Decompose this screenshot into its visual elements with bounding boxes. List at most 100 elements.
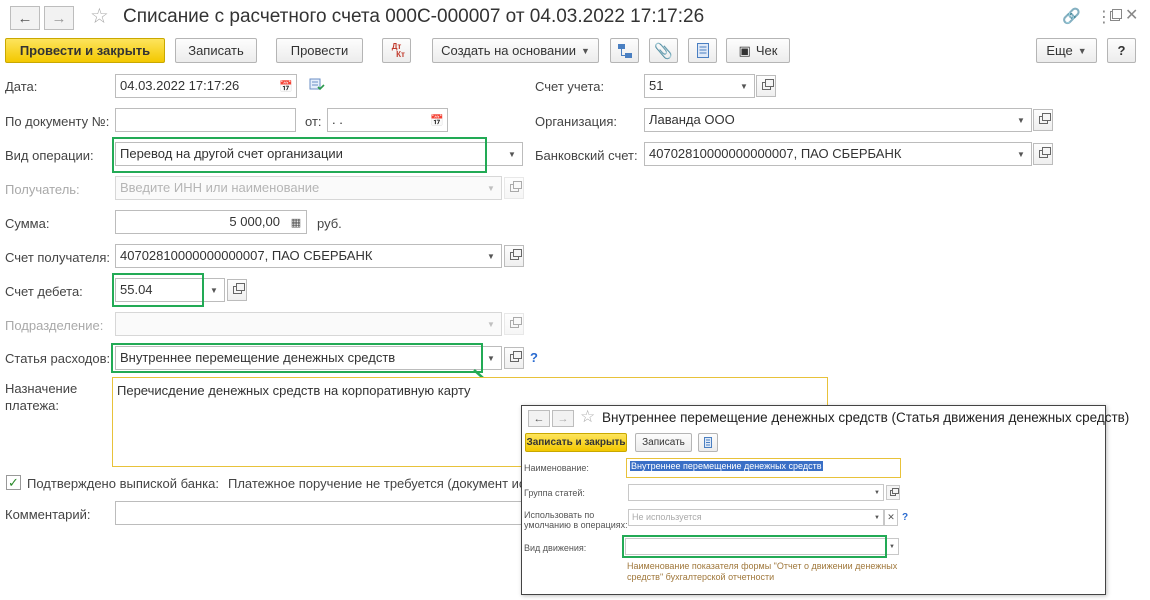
- document-list-icon: [696, 43, 709, 58]
- recipient-label: Получатель:: [5, 182, 80, 197]
- create-based-on-button[interactable]: Создать на основании ▼: [432, 38, 599, 63]
- recipient-account-input[interactable]: 40702810000000000007, ПАО СБЕРБАНК: [115, 244, 482, 268]
- dt-kt-button[interactable]: Дт Кт: [382, 38, 411, 63]
- recipient-account-open-button[interactable]: [504, 245, 524, 267]
- open-icon: [509, 249, 522, 260]
- comment-input[interactable]: [115, 501, 525, 525]
- department-input[interactable]: [115, 312, 482, 336]
- popup-default-use-help-icon[interactable]: ?: [902, 512, 908, 523]
- organization-input[interactable]: Лаванда ООО: [644, 108, 1012, 132]
- recipient-open-button[interactable]: [504, 177, 524, 199]
- account-dropdown[interactable]: ▼: [734, 74, 755, 98]
- doc-number-label: По документу №:: [5, 114, 110, 129]
- date-calendar-button[interactable]: 📅: [276, 74, 297, 98]
- attach-files-button[interactable]: 📎: [649, 38, 678, 63]
- comment-label: Комментарий:: [5, 507, 91, 522]
- post-button[interactable]: Провести: [276, 38, 363, 63]
- popup-save-button[interactable]: Записать: [635, 433, 692, 452]
- popup-default-use-clear-button[interactable]: ✕: [884, 509, 898, 526]
- check-label: Чек: [755, 43, 778, 58]
- back-button[interactable]: ←: [10, 6, 40, 30]
- expense-item-popup: ← → ☆ Внутреннее перемещение денежных ср…: [521, 405, 1129, 595]
- check-button[interactable]: ▣ Чек: [726, 38, 790, 63]
- popup-save-close-button[interactable]: Записать и закрыть: [525, 433, 627, 452]
- department-open-button[interactable]: [504, 313, 524, 335]
- debit-account-label: Счет дебета:: [5, 284, 83, 299]
- open-icon: [1038, 113, 1051, 124]
- cash-register-icon: ▣: [738, 42, 751, 58]
- popup-group-dropdown[interactable]: ▼: [871, 484, 884, 501]
- amount-calculator-button[interactable]: ▦: [286, 210, 307, 234]
- operation-type-input[interactable]: Перевод на другой счет организации: [115, 142, 503, 166]
- popup-group-label: Группа статей:: [524, 488, 585, 498]
- department-dropdown[interactable]: ▼: [481, 312, 502, 336]
- report-button[interactable]: [688, 38, 717, 63]
- expense-item-help-icon[interactable]: ?: [530, 350, 538, 365]
- doc-number-input[interactable]: [115, 108, 296, 132]
- date-input[interactable]: 04.03.2022 17:17:26: [115, 74, 277, 98]
- doc-date-calendar-button[interactable]: 📅: [427, 108, 448, 132]
- popup-movement-type-dropdown[interactable]: ▼: [886, 538, 899, 555]
- popup-back-button[interactable]: ←: [528, 410, 550, 427]
- currency-label: руб.: [317, 216, 342, 231]
- popup-group-open-button[interactable]: [886, 485, 900, 500]
- expense-item-dropdown[interactable]: ▼: [481, 346, 502, 370]
- popup-name-value: Внутреннее перемещение денежных средств: [630, 461, 823, 471]
- help-button[interactable]: ?: [1107, 38, 1136, 63]
- window-restore-icon[interactable]: [1110, 8, 1122, 25]
- favorite-star-icon[interactable]: ☆: [90, 4, 109, 29]
- debit-account-input[interactable]: 55.04: [115, 278, 205, 302]
- bank-account-label: Банковский счет:: [535, 148, 638, 163]
- confirmed-checkbox[interactable]: ✓: [6, 475, 21, 490]
- debit-account-open-button[interactable]: [227, 279, 247, 301]
- chevron-down-icon: ▼: [1017, 115, 1025, 125]
- recipient-account-dropdown[interactable]: ▼: [481, 244, 502, 268]
- popup-report-button[interactable]: [698, 433, 718, 452]
- department-label: Подразделение:: [5, 318, 104, 333]
- open-icon: [232, 283, 245, 294]
- debit-account-dropdown[interactable]: ▼: [204, 278, 225, 302]
- popup-forward-button[interactable]: →: [552, 410, 574, 427]
- bank-account-open-button[interactable]: [1033, 143, 1053, 165]
- link-icon[interactable]: 🔗: [1062, 7, 1081, 25]
- popup-name-label: Наименование:: [524, 463, 589, 473]
- organization-open-button[interactable]: [1033, 109, 1053, 131]
- expense-item-open-button[interactable]: [504, 347, 524, 369]
- clear-icon: ✕: [887, 512, 895, 522]
- purpose-label-line2: платежа:: [5, 398, 59, 413]
- more-button[interactable]: Еще ▼: [1036, 38, 1097, 63]
- calculator-icon: ▦: [290, 216, 302, 229]
- popup-group-input[interactable]: [628, 484, 872, 501]
- forward-button[interactable]: →: [44, 6, 74, 30]
- chevron-down-icon: ▼: [1077, 45, 1087, 56]
- expense-item-input[interactable]: Внутреннее перемещение денежных средств: [115, 346, 482, 370]
- bank-account-dropdown[interactable]: ▼: [1011, 142, 1032, 166]
- chevron-down-icon: ▼: [874, 514, 880, 521]
- save-button[interactable]: Записать: [175, 38, 257, 63]
- structure-button[interactable]: [610, 38, 639, 63]
- popup-name-input[interactable]: Внутреннее перемещение денежных средств: [626, 458, 901, 478]
- recipient-input[interactable]: Введите ИНН или наименование: [115, 176, 482, 200]
- chevron-down-icon: ▼: [487, 183, 495, 193]
- popup-hint-line2: средств" бухгалтерской отчетности: [627, 572, 775, 582]
- recipient-dropdown[interactable]: ▼: [481, 176, 502, 200]
- amount-input[interactable]: 5 000,00: [115, 210, 287, 234]
- popup-movement-type-label: Вид движения:: [524, 543, 587, 553]
- popup-default-use-input[interactable]: Не используется: [628, 509, 872, 526]
- bank-account-input[interactable]: 40702810000000000007, ПАО СБЕРБАНК: [644, 142, 1012, 166]
- operation-type-dropdown[interactable]: ▼: [502, 142, 523, 166]
- doc-date-label: от:: [305, 114, 322, 129]
- popup-movement-type-input[interactable]: [625, 538, 888, 555]
- post-and-close-button[interactable]: Провести и закрыть: [5, 38, 165, 63]
- popup-default-use-dropdown[interactable]: ▼: [871, 509, 884, 526]
- organization-label: Организация:: [535, 114, 618, 129]
- account-open-button[interactable]: [756, 75, 776, 97]
- doc-date-input[interactable]: . .: [327, 108, 428, 132]
- chevron-down-icon: ▼: [740, 81, 748, 91]
- close-icon[interactable]: ✕: [1125, 5, 1138, 25]
- popup-favorite-star-icon[interactable]: ☆: [580, 407, 595, 427]
- account-input[interactable]: 51: [644, 74, 735, 98]
- hierarchy-icon: [617, 43, 632, 58]
- organization-dropdown[interactable]: ▼: [1011, 108, 1032, 132]
- checkmark-icon: ✓: [8, 474, 19, 490]
